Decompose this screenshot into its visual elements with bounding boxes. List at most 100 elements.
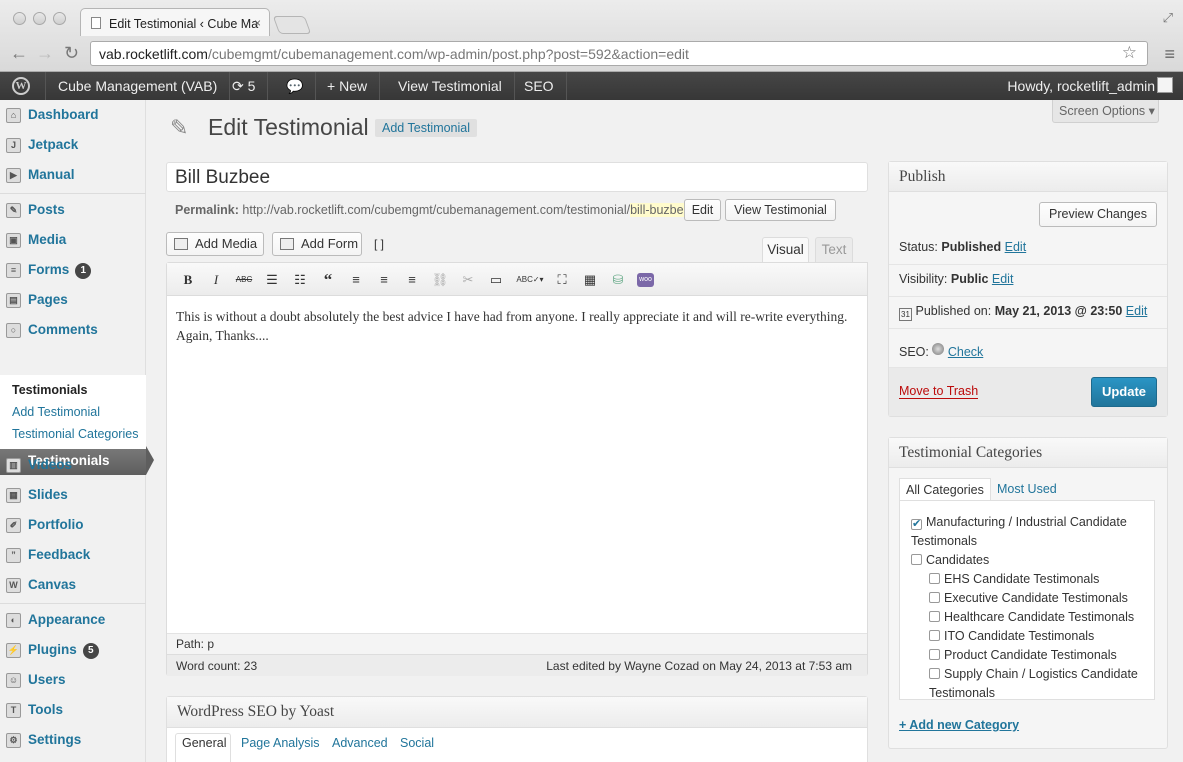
- categories-title[interactable]: Testimonial Categories: [889, 438, 1167, 468]
- bold-icon[interactable]: B: [179, 271, 197, 289]
- seo-tab-page-analysis[interactable]: Page Analysis: [241, 736, 320, 750]
- menu-portfolio[interactable]: ✐ Portfolio: [0, 511, 146, 539]
- browser-tab[interactable]: Edit Testimonial ‹ Cube Ma ×: [80, 8, 270, 36]
- align-center-icon[interactable]: ≡: [375, 271, 393, 289]
- menu-tools[interactable]: T Tools: [0, 696, 146, 724]
- edit-permalink-button[interactable]: Edit: [684, 199, 721, 221]
- minimize-window-button[interactable]: [33, 12, 46, 25]
- kitchen-sink-icon[interactable]: ▦: [581, 271, 599, 289]
- menu-dashboard[interactable]: ⌂ Dashboard: [0, 101, 146, 129]
- screen-options-button[interactable]: Screen Options ▾: [1052, 100, 1159, 123]
- checkbox[interactable]: [929, 573, 940, 584]
- update-button[interactable]: Update: [1091, 377, 1157, 407]
- updates-link[interactable]: ⟳ 5: [220, 72, 269, 100]
- back-icon[interactable]: ←: [10, 43, 28, 64]
- menu-feedback[interactable]: ” Feedback: [0, 541, 146, 569]
- close-tab-icon[interactable]: ×: [254, 16, 261, 30]
- menu-slides[interactable]: ▦ Slides: [0, 481, 146, 509]
- zoom-window-button[interactable]: [53, 12, 66, 25]
- menu-plugins[interactable]: ⚡ Plugins 5: [0, 636, 146, 664]
- edit-date-link[interactable]: Edit: [1126, 304, 1148, 318]
- checkbox[interactable]: [929, 611, 940, 622]
- view-testimonial-button[interactable]: View Testimonial: [725, 199, 836, 221]
- category-item[interactable]: Healthcare Candidate Testimonals: [929, 610, 1134, 624]
- edit-status-link[interactable]: Edit: [1005, 240, 1027, 254]
- menu-canvas[interactable]: W Canvas: [0, 571, 146, 599]
- fullscreen-icon[interactable]: ⤢: [1163, 10, 1173, 26]
- post-title-input[interactable]: Bill Buzbee: [166, 162, 868, 192]
- move-to-trash-link[interactable]: Move to Trash: [899, 384, 979, 399]
- permalink-slug[interactable]: bill-buzbee: [630, 203, 691, 217]
- align-left-icon[interactable]: ≡: [347, 271, 365, 289]
- editor-content[interactable]: This is without a doubt absolutely the b…: [176, 307, 856, 345]
- add-form-button[interactable]: Add Form: [272, 232, 362, 256]
- menu-comments[interactable]: ○ Comments: [0, 316, 146, 344]
- category-item[interactable]: ✔ Manufacturing / Industrial Candidate: [911, 515, 1127, 530]
- submenu-add-testimonial[interactable]: Add Testimonial: [12, 405, 100, 419]
- preview-changes-button[interactable]: Preview Changes: [1039, 202, 1157, 227]
- seo-box-title[interactable]: WordPress SEO by Yoast: [167, 697, 867, 728]
- browser-menu-icon[interactable]: ≡: [1164, 44, 1175, 65]
- woo-shortcodes-icon[interactable]: woo: [637, 273, 654, 287]
- category-item[interactable]: Candidates: [911, 553, 989, 567]
- menu-users[interactable]: ☺ Users: [0, 666, 146, 694]
- menu-pages[interactable]: ▤ Pages: [0, 286, 146, 314]
- bookmark-star-icon[interactable]: ☆: [1122, 43, 1137, 63]
- add-media-button[interactable]: Add Media: [166, 232, 264, 256]
- menu-videos[interactable]: ▥ Videos: [0, 451, 146, 479]
- spellcheck-icon[interactable]: ABC✓▾: [515, 271, 545, 289]
- align-right-icon[interactable]: ≡: [403, 271, 421, 289]
- seo-tab-general[interactable]: General: [182, 736, 226, 750]
- comments-link[interactable]: 💬: [274, 72, 317, 100]
- read-more-icon[interactable]: ▭: [487, 271, 505, 289]
- link-icon[interactable]: ⛓: [431, 271, 449, 289]
- seo-tab-social[interactable]: Social: [400, 736, 434, 750]
- wp-logo-menu[interactable]: W: [0, 72, 46, 100]
- avatar[interactable]: [1157, 77, 1173, 93]
- tab-all-categories[interactable]: All Categories: [899, 478, 991, 501]
- checkbox[interactable]: [929, 630, 940, 641]
- tab-text[interactable]: Text: [815, 237, 853, 262]
- blockquote-icon[interactable]: “: [319, 271, 337, 289]
- menu-forms[interactable]: ≡ Forms 1: [0, 256, 146, 284]
- category-item[interactable]: Supply Chain / Logistics Candidate: [929, 667, 1138, 681]
- seo-menu-link[interactable]: SEO: [512, 72, 567, 100]
- unlink-icon[interactable]: ✂: [459, 271, 477, 289]
- close-window-button[interactable]: [13, 12, 26, 25]
- strikethrough-icon[interactable]: ABC: [235, 271, 253, 289]
- reload-icon[interactable]: ↻: [64, 43, 79, 64]
- checkbox[interactable]: [929, 592, 940, 603]
- checkbox-checked[interactable]: ✔: [911, 519, 922, 530]
- numbered-list-icon[interactable]: ☷: [291, 271, 309, 289]
- fullscreen-icon[interactable]: ⛶: [553, 271, 571, 289]
- edit-visibility-link[interactable]: Edit: [992, 272, 1014, 286]
- add-testimonial-button[interactable]: Add Testimonial: [375, 119, 478, 137]
- italic-icon[interactable]: I: [207, 271, 225, 289]
- category-item[interactable]: ITO Candidate Testimonals: [929, 629, 1094, 643]
- checkbox[interactable]: [929, 649, 940, 660]
- menu-manual[interactable]: ▶ Manual: [0, 161, 146, 189]
- category-item[interactable]: EHS Candidate Testimonals: [929, 572, 1099, 586]
- database-add-icon[interactable]: ⛁: [609, 271, 627, 289]
- shortcode-button[interactable]: [ ]: [374, 237, 384, 251]
- new-content-link[interactable]: + New: [315, 72, 381, 100]
- menu-media[interactable]: ▣ Media: [0, 226, 146, 254]
- seo-tab-advanced[interactable]: Advanced: [332, 736, 388, 750]
- menu-posts[interactable]: ✎ Posts: [0, 196, 146, 224]
- category-item[interactable]: Executive Candidate Testimonals: [929, 591, 1128, 605]
- tab-most-used[interactable]: Most Used: [991, 478, 1063, 501]
- new-tab-button[interactable]: [272, 16, 312, 34]
- submenu-testimonials[interactable]: Testimonials: [12, 383, 87, 397]
- submenu-testimonial-categories[interactable]: Testimonial Categories: [12, 427, 138, 441]
- menu-jetpack[interactable]: J Jetpack: [0, 131, 146, 159]
- add-new-category-link[interactable]: + Add new Category: [899, 718, 1019, 732]
- checkbox[interactable]: [911, 554, 922, 565]
- menu-settings[interactable]: ⚙ Settings: [0, 726, 146, 754]
- seo-check-link[interactable]: Check: [948, 345, 983, 359]
- bullet-list-icon[interactable]: ☰: [263, 271, 281, 289]
- checkbox[interactable]: [929, 668, 940, 679]
- menu-appearance[interactable]: ◐ Appearance: [0, 606, 146, 634]
- category-item[interactable]: Product Candidate Testimonals: [929, 648, 1117, 662]
- address-bar[interactable]: vab.rocketlift.com/cubemgmt/cubemanageme…: [90, 41, 1148, 66]
- tab-visual[interactable]: Visual: [762, 237, 809, 262]
